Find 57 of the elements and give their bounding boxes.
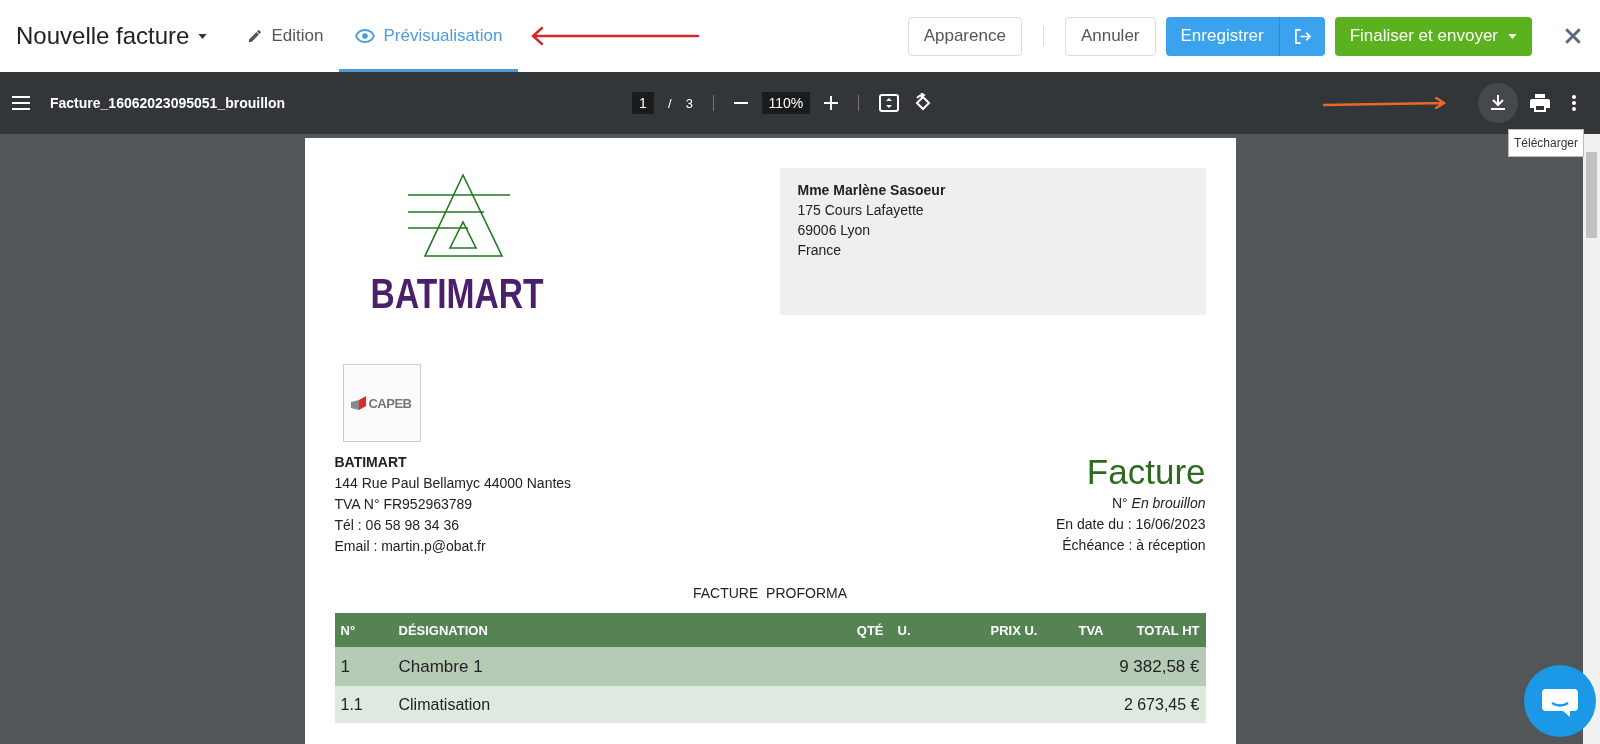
chat-bubble-icon[interactable] (1524, 665, 1596, 737)
page-number-field[interactable]: 1 (632, 92, 654, 114)
file-name: Facture_16062023095051_brouillon (50, 95, 286, 111)
download-icon (1491, 95, 1505, 111)
download-button[interactable] (1478, 83, 1518, 123)
tooltip: Télécharger (1507, 129, 1584, 157)
column-header: TVA (1077, 622, 1104, 638)
document-heading: FACTURE PROFORMA (692, 585, 848, 601)
address-line: 69006 Lyon (797, 221, 872, 240)
save-exit-button[interactable] (1278, 16, 1325, 56)
logo-wordmark: BATIMART (370, 273, 544, 315)
zoom-in-icon[interactable] (823, 96, 838, 110)
table-cell-text: 2 673,45 € (1122, 695, 1200, 714)
fit-page-icon[interactable] (878, 94, 899, 112)
menu-icon[interactable] (12, 96, 30, 110)
address-line: 175 Cours Lafayette (797, 201, 925, 220)
company-line: TVA N° FR952963789 (334, 495, 474, 514)
logo-text: CAPEB (368, 395, 412, 411)
table-cell-text: 1.1 (340, 695, 364, 714)
document-title-dropdown[interactable]: Nouvelle facture (16, 0, 208, 72)
tab[interactable]: Edition (231, 3, 340, 72)
column-header: TOTAL HT (1135, 622, 1200, 638)
more-options-icon[interactable] (1572, 95, 1576, 111)
close-icon[interactable] (1564, 27, 1582, 45)
exit-icon (1293, 28, 1311, 44)
column-header: N° (340, 622, 357, 638)
invoice-detail: N° En brouillon (1110, 494, 1206, 513)
address-line: Mme Marlène Sasoeur (797, 181, 947, 200)
column-header: QTÉ (855, 622, 884, 638)
eye-icon (355, 29, 376, 43)
table-cell-text: Climatisation (398, 695, 492, 714)
button[interactable]: Apparence (907, 16, 1022, 56)
page-separator: / (668, 95, 672, 111)
company-line: Email : martin.p@obat.fr (334, 537, 487, 556)
pencil-icon (247, 28, 264, 44)
company-line: 144 Rue Paul Bellamyc 44000 Nantes (334, 474, 572, 493)
column-header: U. (896, 622, 912, 638)
zoom-field[interactable]: 110% (761, 92, 810, 114)
scrollbar-thumb[interactable] (1586, 152, 1597, 238)
table-cell-text: 9 382,58 € (1118, 656, 1200, 677)
address-line: France (797, 241, 843, 260)
button[interactable]: Annuler (1064, 16, 1156, 56)
table-cell-text: Chambre 1 (398, 656, 484, 677)
column-header: PRIX U. (989, 622, 1038, 638)
invoice-title: Facture (1085, 452, 1206, 492)
invoice-detail: Échéance : à réception (1061, 536, 1206, 555)
table-cell-text: 1 (340, 656, 351, 677)
company-line: BATIMART (334, 453, 408, 472)
company-line: Tél : 06 58 98 34 36 (334, 516, 461, 535)
cube-icon (351, 396, 368, 410)
column-header: DÉSIGNATION (398, 622, 489, 638)
scrollbar[interactable] (1583, 134, 1600, 744)
caret-icon (1508, 33, 1517, 39)
caret-icon (198, 33, 208, 39)
invoice-detail: En date du : 16/06/2023 (1056, 515, 1206, 534)
print-icon[interactable] (1530, 94, 1550, 112)
page-count: 3 (685, 95, 693, 111)
